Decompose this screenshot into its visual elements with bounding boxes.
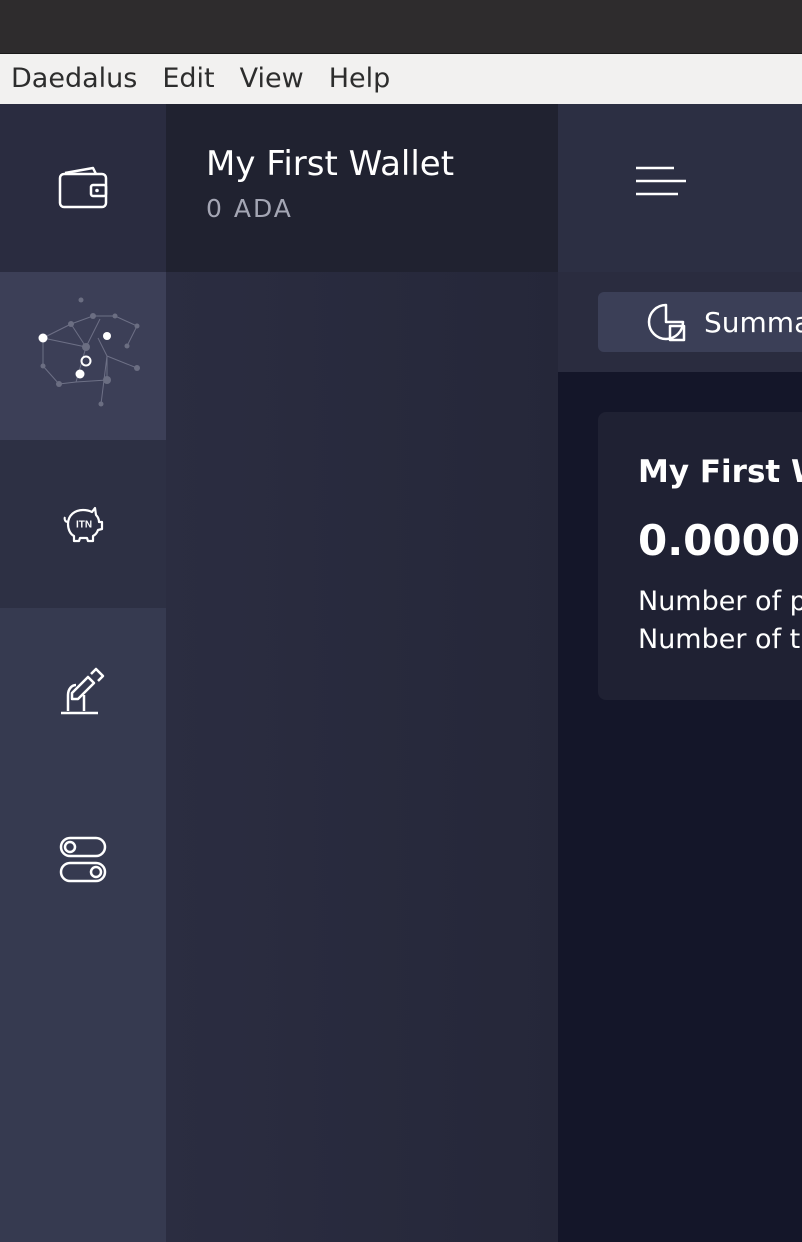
sidebar-item-wallets[interactable] xyxy=(0,104,166,272)
menu-daedalus[interactable]: Daedalus xyxy=(11,54,137,104)
summary-pie-icon xyxy=(647,303,686,342)
app-menubar: Daedalus Edit View Help xyxy=(0,54,802,104)
window-titlebar xyxy=(0,0,802,54)
hamburger-menu-icon[interactable] xyxy=(628,164,688,204)
wallet-name: My First Wallet xyxy=(206,144,455,184)
menu-help[interactable]: Help xyxy=(329,54,391,104)
itn-piggy-icon: ITN xyxy=(63,506,104,543)
sidebar: ITN xyxy=(0,104,166,1242)
menu-edit[interactable]: Edit xyxy=(162,54,214,104)
wallet-list-panel: My First Wallet 0 ADA xyxy=(166,104,558,1242)
voting-icon xyxy=(61,667,105,715)
sidebar-item-settings[interactable] xyxy=(0,776,166,944)
wallet-list-item[interactable]: My First Wallet 0 ADA xyxy=(166,104,558,272)
summary-wallet-name: My First W xyxy=(638,454,802,490)
wallet-balance: 0 ADA xyxy=(206,194,293,223)
tab-summary-label: Summa xyxy=(704,305,802,339)
top-bar xyxy=(558,104,802,272)
summary-amount: 0.00000 xyxy=(638,516,802,565)
sidebar-item-network[interactable] xyxy=(0,272,166,440)
sidebar-item-itn[interactable]: ITN xyxy=(0,440,166,608)
wallet-navigation: Summa xyxy=(558,272,802,372)
tab-summary[interactable]: Summa xyxy=(598,292,802,352)
summary-line-1: Number of p xyxy=(638,586,802,617)
sidebar-item-voting[interactable] xyxy=(0,608,166,776)
menu-view[interactable]: View xyxy=(240,54,304,104)
summary-line-2: Number of t xyxy=(638,624,801,655)
wallet-icon xyxy=(58,166,108,209)
settings-toggle-icon xyxy=(59,836,107,883)
itn-badge-text: ITN xyxy=(76,520,92,531)
network-icon xyxy=(38,297,140,407)
wallet-summary-card: My First W 0.00000 Number of p Number of… xyxy=(598,412,802,700)
